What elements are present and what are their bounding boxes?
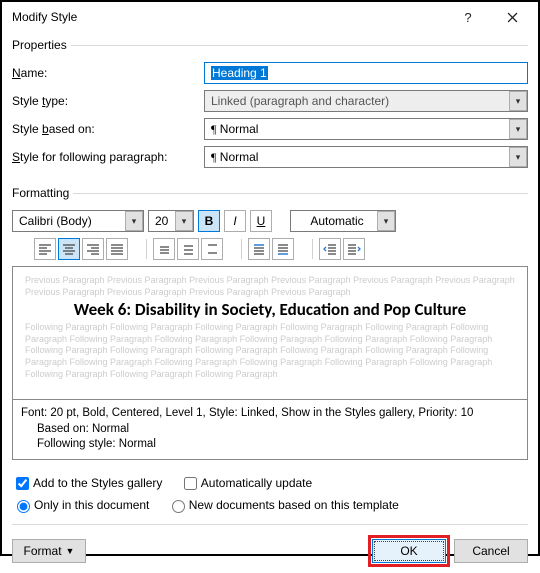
dialog-title: Modify Style	[12, 10, 446, 24]
indent-increase-button[interactable]	[343, 238, 365, 260]
properties-legend: Properties	[12, 38, 71, 52]
align-justify-button[interactable]	[106, 238, 128, 260]
chevron-down-icon[interactable]: ▾	[509, 147, 527, 167]
chevron-down-icon[interactable]: ▾	[377, 211, 395, 231]
add-gallery-checkbox[interactable]: Add to the Styles gallery	[12, 474, 162, 493]
font-size-combo[interactable]: 20 ▾	[148, 210, 194, 232]
underline-button[interactable]: U	[250, 210, 272, 232]
based-on-combo[interactable]: ¶ Normal ▾	[204, 118, 528, 140]
chevron-down-icon[interactable]: ▾	[125, 211, 143, 231]
italic-button[interactable]: I	[224, 210, 246, 232]
space-before-dec-button[interactable]	[272, 238, 294, 260]
name-label: Name:	[12, 66, 204, 80]
bold-button[interactable]: B	[198, 210, 220, 232]
properties-group: Properties Name: Heading 1 Style type: L…	[12, 38, 528, 180]
cancel-button[interactable]: Cancel	[454, 539, 528, 563]
align-center-button[interactable]	[58, 238, 80, 260]
following-combo[interactable]: ¶ Normal ▾	[204, 146, 528, 168]
based-on-label: Style based on:	[12, 122, 204, 136]
align-right-button[interactable]	[82, 238, 104, 260]
formatting-group: Formatting Calibri (Body) ▾ 20 ▾ B I U A…	[12, 186, 528, 466]
line-spacing-2-button[interactable]	[201, 238, 223, 260]
font-color-combo[interactable]: Automatic ▾	[290, 210, 396, 232]
new-docs-radio[interactable]: New documents based on this template	[167, 497, 399, 513]
indent-decrease-button[interactable]	[319, 238, 341, 260]
only-this-doc-radio[interactable]: Only in this document	[12, 497, 149, 513]
chevron-down-icon: ▾	[509, 91, 527, 111]
chevron-down-icon[interactable]: ▾	[175, 211, 193, 231]
font-combo[interactable]: Calibri (Body) ▾	[12, 210, 144, 232]
preview-pane: Previous Paragraph Previous Paragraph Pr…	[12, 266, 528, 400]
preview-sample-text: Week 6: Disability in Society, Education…	[25, 300, 515, 320]
following-label: Style for following paragraph:	[12, 150, 204, 164]
style-type-combo: Linked (paragraph and character) ▾	[204, 90, 528, 112]
auto-update-checkbox[interactable]: Automatically update	[180, 474, 312, 493]
name-input[interactable]: Heading 1	[204, 62, 528, 84]
space-before-inc-button[interactable]	[248, 238, 270, 260]
align-left-button[interactable]	[34, 238, 56, 260]
formatting-legend: Formatting	[12, 186, 73, 200]
help-button[interactable]: ?	[446, 3, 490, 31]
chevron-down-icon[interactable]: ▾	[509, 119, 527, 139]
line-spacing-15-button[interactable]	[177, 238, 199, 260]
line-spacing-1-button[interactable]	[153, 238, 175, 260]
style-description: Font: 20 pt, Bold, Centered, Level 1, St…	[12, 400, 528, 460]
style-type-label: Style type:	[12, 94, 204, 108]
titlebar: Modify Style ?	[2, 2, 538, 32]
ok-button[interactable]: OK	[372, 539, 446, 563]
format-button[interactable]: Format ▼	[12, 539, 86, 563]
close-button[interactable]	[490, 3, 534, 31]
